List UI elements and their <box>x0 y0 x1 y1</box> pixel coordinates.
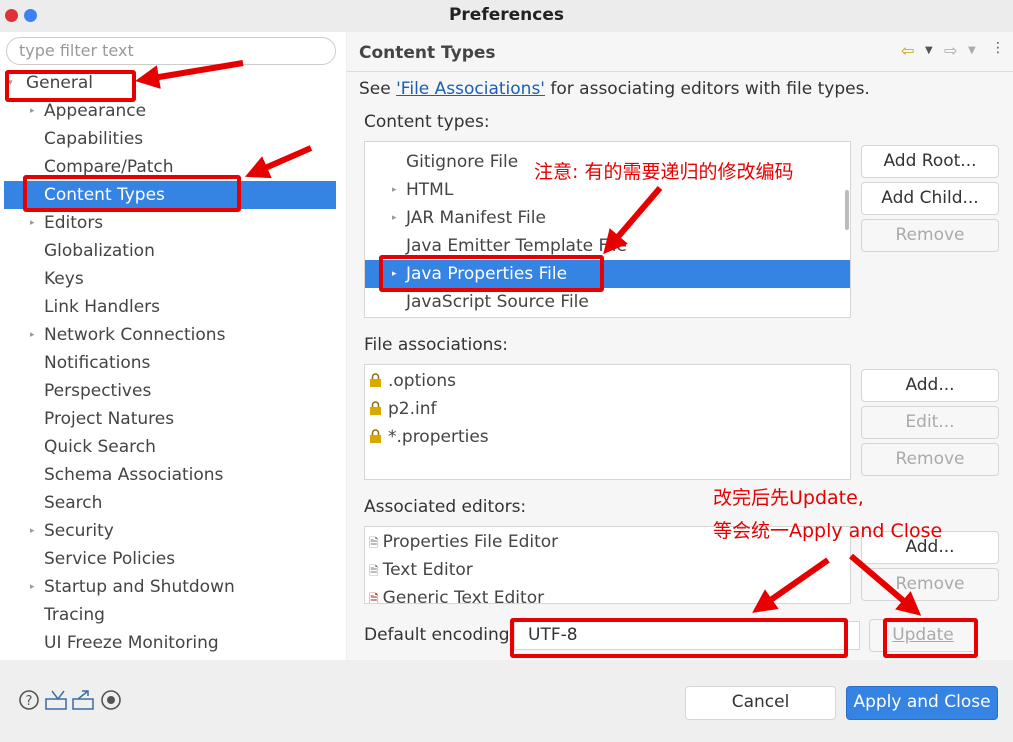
arrow-to-general <box>135 60 244 89</box>
annotation-arrows <box>135 60 922 616</box>
arrow-to-java-properties <box>603 186 663 255</box>
arrow-to-content-types <box>245 145 313 179</box>
arrow-to-update <box>849 553 922 616</box>
arrow-to-encoding <box>752 557 830 613</box>
